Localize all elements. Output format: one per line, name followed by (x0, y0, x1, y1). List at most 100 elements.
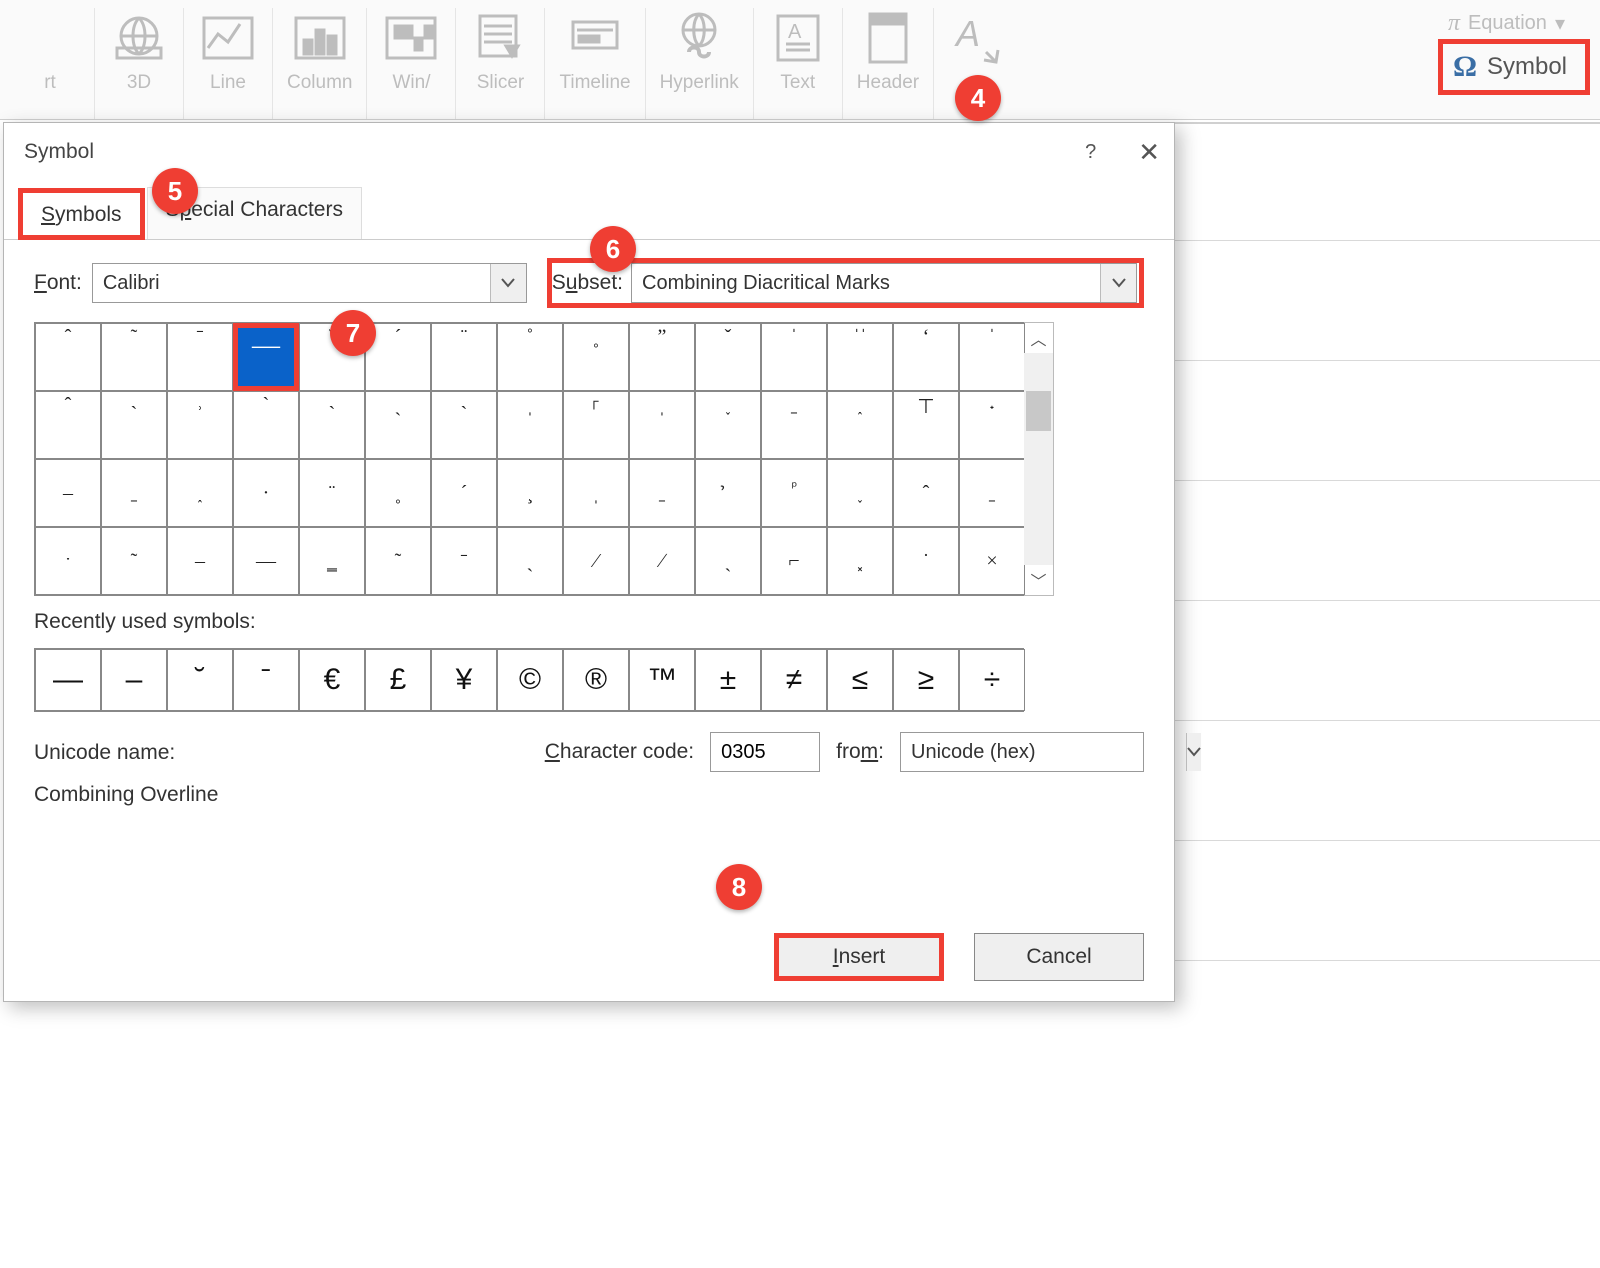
symbol-cell[interactable]: ͇ (299, 527, 365, 595)
symbol-cell[interactable]: ᷮ (761, 459, 827, 527)
symbol-cell[interactable]: ´ (431, 459, 497, 527)
recent-symbol-cell[interactable]: – (101, 649, 167, 711)
symbol-cell[interactable]: ˴ (299, 391, 365, 459)
recent-symbol-cell[interactable]: ± (695, 649, 761, 711)
symbol-cell[interactable]: ⌐ (761, 527, 827, 595)
recent-symbol-cell[interactable]: ® (563, 649, 629, 711)
symbol-grid[interactable]: ˆ˜ˉ—˘´¨˚˳ˮˇˈˈˈ‘ˈˆ˴˒ˋ˴ˎ˴ˌ⸀ˌ˯ˍ˰⊤˖–ˍ˰·¨˳´¸ˌ… (34, 322, 1024, 596)
symbol-cell[interactable]: ˚ (497, 323, 563, 391)
recent-symbol-cell[interactable]: © (497, 649, 563, 711)
symbol-cell[interactable]: ˎ (365, 391, 431, 459)
symbol-cell[interactable]: ˜ (365, 527, 431, 595)
symbol-cell[interactable]: ∕ (629, 527, 695, 595)
from-combo[interactable] (900, 732, 1144, 772)
scroll-up-button[interactable]: ︿ (1024, 323, 1053, 353)
insert-button[interactable]: Insert (774, 933, 944, 981)
symbol-cell[interactable]: ˰ (827, 391, 893, 459)
symbol-cell[interactable]: ⸀ (563, 391, 629, 459)
symbol-cell[interactable]: ˜ (101, 527, 167, 595)
symbol-cell[interactable]: ˯ (827, 459, 893, 527)
symbol-cell[interactable]: ˳ (563, 323, 629, 391)
symbol-cell[interactable]: ˑ (35, 527, 101, 595)
recent-symbol-cell[interactable]: ≤ (827, 649, 893, 711)
ribbon-item-3d[interactable]: 3D (95, 8, 184, 119)
symbol-cell[interactable]: ˇ (695, 323, 761, 391)
symbol-cell[interactable]: ˍ (959, 459, 1025, 527)
cancel-button[interactable]: Cancel (974, 933, 1144, 981)
subset-input[interactable] (632, 264, 1100, 302)
worksheet-area[interactable] (1175, 122, 1600, 1268)
symbol-cell[interactable]: ‘ (893, 323, 959, 391)
font-combo[interactable] (92, 263, 527, 303)
recent-symbol-cell[interactable]: ≥ (893, 649, 959, 711)
symbol-cell[interactable]: ˍ (101, 459, 167, 527)
grid-scrollbar[interactable]: ︿ ﹀ (1024, 322, 1054, 596)
subset-combo[interactable] (631, 263, 1137, 303)
symbol-cell[interactable]: ˌ (629, 391, 695, 459)
symbol-cell[interactable]: ˌ (497, 391, 563, 459)
equation-button[interactable]: π Equation ▾ (1438, 8, 1575, 39)
ribbon-item-header[interactable]: Header (843, 8, 934, 119)
symbol-cell[interactable]: ˮ (629, 323, 695, 391)
symbol-cell[interactable]: ˏ (695, 527, 761, 595)
ribbon-item-column[interactable]: Column (273, 8, 367, 119)
recent-symbol-cell[interactable]: ˘ (167, 649, 233, 711)
symbol-cell[interactable]: ˍ (629, 459, 695, 527)
symbol-cell[interactable]: ͓ (827, 527, 893, 595)
symbol-button[interactable]: Ω Symbol (1438, 39, 1590, 95)
recent-symbols[interactable]: —–˘ˉ€£¥©®™±≠≤≥÷ (34, 648, 1024, 712)
symbol-cell[interactable]: × (959, 527, 1025, 595)
symbol-cell[interactable]: ˙ (893, 527, 959, 595)
tab-symbols[interactable]: Symbols (18, 188, 145, 240)
symbol-cell[interactable]: ˈ (959, 323, 1025, 391)
symbol-cell[interactable]: ¸ (497, 459, 563, 527)
symbol-cell[interactable]: ˯ (695, 391, 761, 459)
symbol-cell[interactable]: ˆ (35, 323, 101, 391)
symbol-cell[interactable]: ˴ (431, 391, 497, 459)
symbol-cell[interactable]: ˌ (563, 459, 629, 527)
ribbon-item-winloss[interactable]: Win/ (367, 8, 456, 119)
symbol-cell[interactable]: ˉ (167, 323, 233, 391)
font-input[interactable] (93, 264, 490, 302)
recent-symbol-cell[interactable]: ÷ (959, 649, 1025, 711)
ribbon-item-text[interactable]: A Text (754, 8, 843, 119)
close-button[interactable]: ✕ (1138, 137, 1160, 168)
symbol-cell[interactable]: – (167, 527, 233, 595)
symbol-cell[interactable]: ˆ (35, 391, 101, 459)
symbol-cell[interactable]: ˍ (761, 391, 827, 459)
symbol-cell[interactable]: · (233, 459, 299, 527)
recent-symbol-cell[interactable]: — (35, 649, 101, 711)
symbol-cell[interactable]: ¨ (431, 323, 497, 391)
symbol-cell[interactable]: ˈˈ (827, 323, 893, 391)
symbol-cell[interactable]: ˈ (761, 323, 827, 391)
ribbon-item-hyperlink[interactable]: Hyperlink (646, 8, 754, 119)
help-button[interactable]: ? (1085, 141, 1096, 164)
symbol-cell[interactable]: ˰ (167, 459, 233, 527)
symbol-cell[interactable]: ¨ (299, 459, 365, 527)
recent-symbol-cell[interactable]: ≠ (761, 649, 827, 711)
recent-symbol-cell[interactable]: £ (365, 649, 431, 711)
ribbon-item-timeline[interactable]: Timeline (545, 8, 645, 119)
ribbon-item-rt[interactable]: rt (6, 8, 95, 119)
char-code-input[interactable] (710, 732, 820, 772)
symbol-cell[interactable]: ˳ (365, 459, 431, 527)
symbol-cell[interactable]: ⁄ (563, 527, 629, 595)
recent-symbol-cell[interactable]: ˉ (233, 649, 299, 711)
symbol-cell[interactable]: ˉ (431, 527, 497, 595)
symbol-cell[interactable]: ˴ (101, 391, 167, 459)
symbol-cell[interactable]: — (233, 323, 299, 391)
recent-symbol-cell[interactable]: ¥ (431, 649, 497, 711)
scroll-track[interactable] (1024, 353, 1053, 565)
symbol-cell[interactable]: — (233, 527, 299, 595)
ribbon-item-slicer[interactable]: Slicer (456, 8, 545, 119)
ribbon-item-line[interactable]: Line (184, 8, 273, 119)
symbol-cell[interactable]: ˖ (959, 391, 1025, 459)
from-input[interactable] (901, 733, 1186, 771)
symbol-cell[interactable]: ˜ (101, 323, 167, 391)
chevron-down-icon[interactable] (490, 264, 526, 302)
symbol-cell[interactable]: ⊤ (893, 391, 959, 459)
symbol-cell[interactable]: ˋ (233, 391, 299, 459)
scroll-down-button[interactable]: ﹀ (1024, 565, 1053, 595)
chevron-down-icon[interactable] (1186, 733, 1201, 771)
recent-symbol-cell[interactable]: € (299, 649, 365, 711)
